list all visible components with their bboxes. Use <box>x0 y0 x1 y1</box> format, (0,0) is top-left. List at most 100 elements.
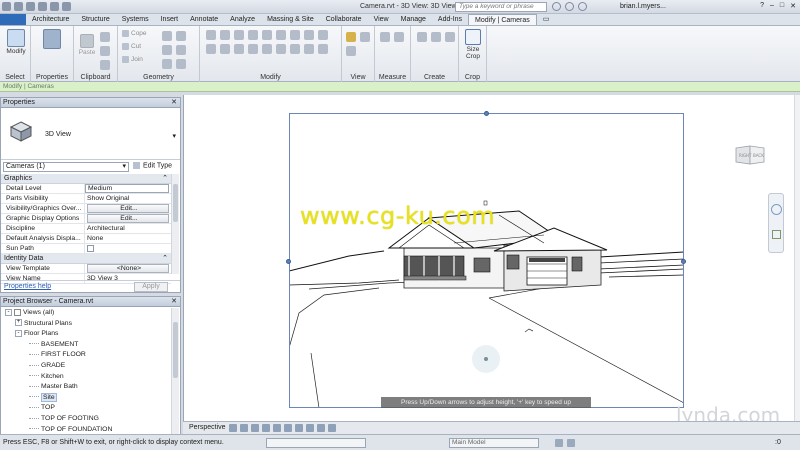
split-icon[interactable] <box>318 30 328 40</box>
collapse-toggle-icon[interactable]: - <box>15 329 22 337</box>
canvas-scrollbar[interactable] <box>794 95 800 421</box>
undo-icon[interactable] <box>38 2 47 11</box>
array-icon[interactable] <box>206 44 216 54</box>
measure-icon[interactable] <box>380 32 390 42</box>
tree-item-floor-plans[interactable]: - Floor Plans <box>1 329 171 340</box>
extend-icon[interactable] <box>318 44 328 54</box>
save-icon[interactable] <box>26 2 35 11</box>
override-graphics-icon[interactable] <box>360 32 370 42</box>
app-menu-icon[interactable] <box>2 2 11 11</box>
tab-manage[interactable]: Manage <box>395 14 432 25</box>
cut-icon[interactable] <box>100 32 110 42</box>
apply-button[interactable]: Apply <box>134 282 168 292</box>
crop-grip-left[interactable] <box>286 259 291 264</box>
tab-collaborate[interactable]: Collaborate <box>320 14 368 25</box>
collapse-toggle-icon[interactable]: - <box>5 308 12 316</box>
size-crop-button[interactable]: Size Crop <box>462 29 484 60</box>
tree-item-top-of-footing[interactable]: TOP OF FOOTING <box>1 414 171 425</box>
beam-join-icon[interactable] <box>176 59 186 69</box>
temporary-hide-icon[interactable] <box>317 424 325 432</box>
user-account[interactable]: brian.l.myers... <box>620 3 666 10</box>
close-icon[interactable]: ✕ <box>790 2 796 10</box>
sun-path-icon[interactable] <box>251 424 259 432</box>
copy-element-icon[interactable] <box>276 30 286 40</box>
crop-view-icon[interactable] <box>284 424 292 432</box>
view-template-button[interactable]: <None> <box>87 264 169 273</box>
reveal-hidden-icon[interactable] <box>328 424 336 432</box>
wall-joins-icon[interactable] <box>162 45 172 55</box>
detail-level-icon[interactable] <box>229 424 237 432</box>
properties-help-link[interactable]: Properties help <box>4 283 51 290</box>
tab-modify-cameras[interactable]: Modify | Cameras <box>468 14 537 25</box>
crop-grip-right[interactable] <box>681 259 686 264</box>
cope-button[interactable]: Cope <box>122 30 147 37</box>
visibility-graphics-edit-button[interactable]: Edit... <box>87 204 169 213</box>
tab-analyze[interactable]: Analyze <box>224 14 261 25</box>
show-crop-icon[interactable] <box>295 424 303 432</box>
detail-level-select[interactable]: Medium <box>85 184 169 193</box>
hide-in-view-icon[interactable] <box>346 32 356 42</box>
trim-multiple-icon[interactable] <box>290 44 300 54</box>
view-projection-label[interactable]: Perspective <box>189 424 226 431</box>
crop-grip-top[interactable] <box>484 111 489 116</box>
graphic-display-edit-button[interactable]: Edit... <box>87 214 169 223</box>
tab-massing-site[interactable]: Massing & Site <box>261 14 320 25</box>
close-icon[interactable]: ✕ <box>171 297 177 307</box>
cut-button[interactable]: Cut <box>122 43 141 50</box>
tab-annotate[interactable]: Annotate <box>184 14 224 25</box>
editable-only-icon[interactable] <box>555 439 563 447</box>
paste-button[interactable]: Paste <box>77 34 97 56</box>
rotate-icon[interactable] <box>290 30 300 40</box>
mirror-pick-icon[interactable] <box>234 30 244 40</box>
communication-icon[interactable] <box>578 2 587 11</box>
zoom-icon[interactable] <box>772 230 781 239</box>
tab-systems[interactable]: Systems <box>116 14 155 25</box>
delete-icon[interactable] <box>262 44 272 54</box>
expand-toggle-icon[interactable]: + <box>15 319 22 327</box>
tab-insert[interactable]: Insert <box>155 14 185 25</box>
offset-icon[interactable] <box>220 30 230 40</box>
section-identity-data[interactable]: Identity Data ⌃ <box>1 254 171 264</box>
create-assembly-icon[interactable] <box>417 32 427 42</box>
copy-icon[interactable] <box>100 46 110 56</box>
help-search-input[interactable]: Type a keyword or phrase <box>455 2 547 12</box>
type-selector[interactable]: 3D View ▾ <box>1 108 180 160</box>
ribbon-minimize-icon[interactable]: ▭ <box>537 14 556 25</box>
tab-add-ins[interactable]: Add-Ins <box>432 14 468 25</box>
browser-scrollbar[interactable] <box>171 308 179 435</box>
linework-icon[interactable] <box>346 46 356 56</box>
tab-structure[interactable]: Structure <box>75 14 115 25</box>
close-icon[interactable]: ✕ <box>171 98 177 108</box>
tree-item-grade[interactable]: GRADE <box>1 361 171 372</box>
unpin-icon[interactable] <box>248 44 258 54</box>
subscription-icon[interactable] <box>565 2 574 11</box>
search-icon[interactable] <box>552 2 561 11</box>
chevron-down-icon[interactable]: ▾ <box>172 132 176 140</box>
help-icon[interactable]: ? <box>760 2 764 10</box>
modify-button[interactable]: Modify <box>3 29 29 55</box>
redo-icon[interactable] <box>50 2 59 11</box>
tree-item-master-bath[interactable]: Master Bath <box>1 382 171 393</box>
demolish-icon[interactable] <box>176 45 186 55</box>
create-group-icon[interactable] <box>445 32 455 42</box>
analysis-display-select[interactable]: None <box>85 234 171 243</box>
select-dropdown[interactable]: Select <box>0 74 30 81</box>
trim-icon[interactable] <box>304 30 314 40</box>
sun-path-checkbox[interactable] <box>87 244 94 252</box>
section-graphics[interactable]: Graphics ⌃ <box>1 174 171 184</box>
split-gap-icon[interactable] <box>304 44 314 54</box>
file-tab[interactable] <box>0 14 26 25</box>
scale-icon[interactable] <box>220 44 230 54</box>
tree-item-top[interactable]: TOP <box>1 403 171 414</box>
remove-paint-icon[interactable] <box>162 59 172 69</box>
visual-style-icon[interactable] <box>240 424 248 432</box>
edit-type-button[interactable]: Edit Type <box>133 162 172 169</box>
properties-button[interactable] <box>40 29 64 50</box>
tree-item-basement[interactable]: BASEMENT <box>1 340 171 351</box>
mirror-draw-icon[interactable] <box>248 30 258 40</box>
create-parts-icon[interactable] <box>431 32 441 42</box>
render-icon[interactable] <box>273 424 281 432</box>
tab-architecture[interactable]: Architecture <box>26 14 75 25</box>
move-icon[interactable] <box>262 30 272 40</box>
tree-item-site[interactable]: Site <box>1 392 171 404</box>
